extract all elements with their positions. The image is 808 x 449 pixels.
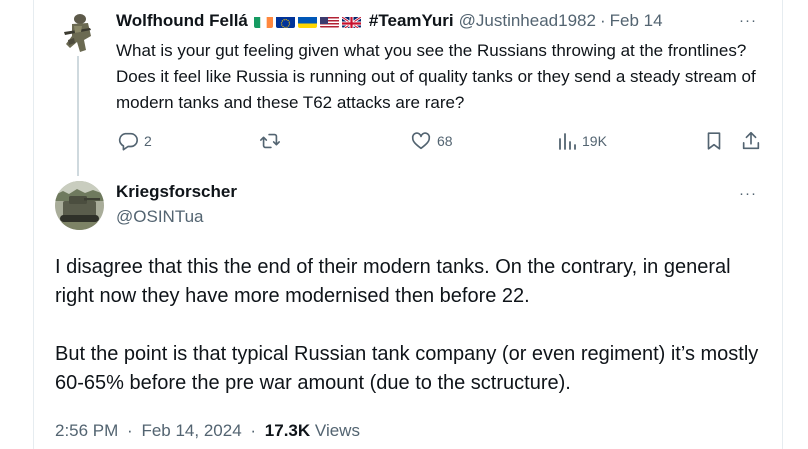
author-hashtag[interactable]: #TeamYuri bbox=[369, 11, 454, 31]
separator-dot: · bbox=[599, 11, 606, 30]
thread-connector bbox=[77, 56, 79, 176]
views-count: 17.3K bbox=[264, 421, 311, 440]
reply-count: 2 bbox=[144, 133, 152, 149]
flag-emojis bbox=[253, 15, 361, 28]
like-button[interactable]: 68 bbox=[410, 126, 453, 156]
bookmark-button[interactable] bbox=[703, 126, 725, 156]
ireland-flag-icon bbox=[253, 15, 273, 28]
author-handle[interactable]: @Justinhead1982 bbox=[459, 11, 596, 31]
uk-flag-icon bbox=[341, 15, 361, 28]
author-display-name[interactable]: Kriegsforscher bbox=[116, 182, 237, 202]
more-options-button[interactable]: ··· bbox=[739, 186, 757, 201]
tweet-date[interactable]: Feb 14, 2024 bbox=[141, 421, 241, 440]
eu-flag-icon bbox=[275, 15, 295, 28]
like-count: 68 bbox=[437, 133, 453, 149]
timeline-right-border bbox=[782, 0, 783, 449]
views-label: Views bbox=[314, 421, 360, 440]
heart-icon bbox=[410, 130, 432, 152]
views-chart-icon bbox=[557, 130, 577, 152]
timeline-left-border bbox=[33, 0, 34, 449]
share-icon bbox=[740, 130, 762, 152]
separator-dot: · bbox=[250, 421, 257, 440]
tweet-paragraph: I disagree that this the end of their mo… bbox=[55, 256, 731, 307]
repost-icon bbox=[259, 130, 281, 152]
more-options-button[interactable]: ··· bbox=[739, 13, 757, 28]
tweet-time[interactable]: 2:56 PM bbox=[55, 421, 118, 440]
reply-button[interactable]: 2 bbox=[117, 126, 152, 156]
tweet-date[interactable]: Feb 14 bbox=[610, 11, 663, 31]
tweet-metadata: 2:56 PM · Feb 14, 2024 · 17.3K Views bbox=[55, 421, 360, 441]
views-count: 19K bbox=[582, 133, 607, 149]
views-button[interactable]: 19K bbox=[557, 126, 607, 156]
ukraine-flag-icon bbox=[297, 15, 317, 28]
avatar[interactable] bbox=[60, 10, 96, 54]
separator-dot: · bbox=[127, 421, 133, 440]
tweet-text: What is your gut feeling given what you … bbox=[116, 41, 756, 112]
share-button[interactable] bbox=[740, 126, 762, 156]
author-display-name[interactable]: Wolfhound Fellá bbox=[116, 11, 248, 31]
tweet-text: I disagree that this the end of their mo… bbox=[55, 253, 770, 398]
reply-icon bbox=[117, 130, 139, 152]
bookmark-icon bbox=[703, 130, 725, 152]
tweet-paragraph: But the point is that typical Russian ta… bbox=[55, 343, 759, 394]
avatar[interactable] bbox=[55, 181, 104, 230]
repost-button[interactable] bbox=[259, 126, 286, 156]
parent-tweet-header: Wolfhound Fellá #TeamYuri @Justinhead198… bbox=[116, 10, 663, 32]
usa-flag-icon bbox=[319, 15, 339, 28]
author-handle[interactable]: @OSINTua bbox=[116, 207, 203, 227]
